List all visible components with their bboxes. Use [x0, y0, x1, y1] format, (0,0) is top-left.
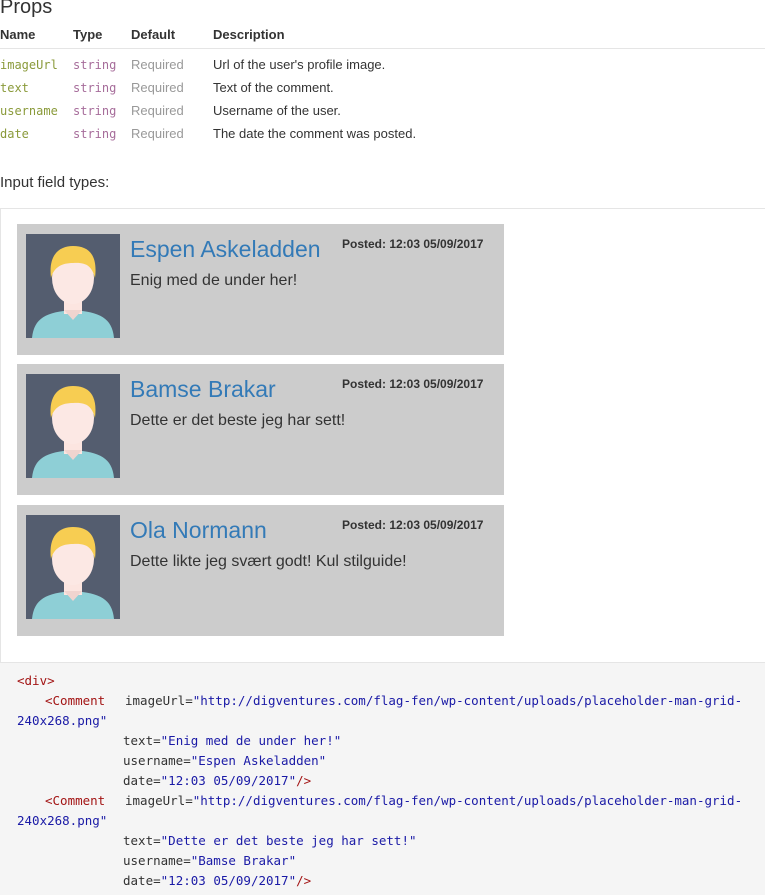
comment-card: Ola Normann Posted: 12:03 05/09/2017 Det… [17, 505, 504, 636]
prop-description: The date the comment was posted. [213, 126, 417, 141]
prop-default: Required [131, 126, 184, 141]
code-comment-tag: <Comment [45, 793, 106, 808]
code-string: 240x268.png" [17, 813, 108, 828]
prop-default: Required [131, 57, 184, 72]
code-block: <div> <Comment imageUrl="http://digventu… [0, 663, 765, 895]
table-row: imageUrl string Required Url of the user… [0, 49, 765, 77]
code-string: "Dette er det beste jeg har sett!" [160, 833, 417, 848]
code-string: "12:03 05/09/2017" [160, 773, 297, 788]
code-comment-tag: <Comment [45, 693, 106, 708]
props-table: Name Type Default Description imageUrl s… [0, 24, 765, 145]
code-line: imageUrl="http://digventures.com/flag-fe… [125, 791, 742, 811]
prop-default: Required [131, 103, 184, 118]
code-line: text="Enig med de under her!" [123, 731, 341, 751]
comment-date: Posted: 12:03 05/09/2017 [342, 377, 484, 391]
section-label: Input field types: [0, 174, 110, 191]
code-line: date="12:03 05/09/2017"/> [123, 871, 311, 891]
comment-card: Espen Askeladden Posted: 12:03 05/09/201… [17, 224, 504, 355]
code-string: "http://digventures.com/flag-fen/wp-cont… [192, 793, 743, 808]
avatar [26, 515, 120, 619]
code-attr: text= [123, 733, 161, 748]
header-description: Description [213, 24, 765, 49]
avatar [26, 234, 120, 338]
prop-type: string [73, 103, 117, 118]
prop-name: text [0, 80, 29, 95]
comment-text: Enig med de under her! [130, 272, 298, 289]
code-attr: imageUrl= [125, 693, 193, 708]
example-preview: Espen Askeladden Posted: 12:03 05/09/201… [0, 208, 765, 663]
comment-text: Dette er det beste jeg har sett! [130, 412, 346, 429]
table-row: date string Required The date the commen… [0, 122, 765, 145]
code-attr: username= [123, 853, 191, 868]
code-line: username="Espen Askeladden" [123, 751, 326, 771]
code-line: date="12:03 05/09/2017"/> [123, 771, 311, 791]
comment-username: Bamse Brakar [130, 376, 276, 402]
user-avatar-icon [26, 374, 120, 478]
table-row: text string Required Text of the comment… [0, 76, 765, 99]
user-avatar-icon [26, 515, 120, 619]
props-title: Props [0, 0, 53, 18]
code-open-div: <div> [17, 673, 55, 688]
prop-description: Username of the user. [213, 103, 341, 118]
comment-date: Posted: 12:03 05/09/2017 [342, 237, 484, 251]
code-line: text="Dette er det beste jeg har sett!" [123, 831, 417, 851]
comment-username: Ola Normann [130, 517, 267, 543]
prop-name: date [0, 126, 29, 141]
prop-type: string [73, 126, 117, 141]
comment-username: Espen Askeladden [130, 236, 321, 262]
prop-name: username [0, 103, 58, 118]
code-string: "http://digventures.com/flag-fen/wp-cont… [192, 693, 743, 708]
code-attr: text= [123, 833, 161, 848]
code-attr: date= [123, 873, 161, 888]
prop-type: string [73, 80, 117, 95]
props-header-row: Name Type Default Description [0, 24, 765, 49]
prop-type: string [73, 57, 117, 72]
header-name: Name [0, 24, 73, 49]
table-row: username string Required Username of the… [0, 99, 765, 122]
code-attr: imageUrl= [125, 793, 193, 808]
code-attr: date= [123, 773, 161, 788]
code-line: imageUrl="http://digventures.com/flag-fe… [125, 691, 742, 711]
prop-name: imageUrl [0, 57, 58, 72]
code-string: 240x268.png" [17, 713, 108, 728]
header-default: Default [131, 24, 213, 49]
comment-text: Dette likte jeg svært godt! Kul stilguid… [130, 553, 407, 570]
user-avatar-icon [26, 234, 120, 338]
code-string: "12:03 05/09/2017" [160, 873, 297, 888]
code-attr: username= [123, 753, 191, 768]
code-close: /> [296, 773, 312, 788]
prop-description: Url of the user's profile image. [213, 57, 386, 72]
prop-default: Required [131, 80, 184, 95]
code-string: "Enig med de under her!" [160, 733, 342, 748]
comment-card: Bamse Brakar Posted: 12:03 05/09/2017 De… [17, 364, 504, 495]
code-line: username="Bamse Brakar" [123, 851, 296, 871]
code-string: "Bamse Brakar" [190, 853, 297, 868]
code-close: /> [296, 873, 312, 888]
avatar [26, 374, 120, 478]
header-type: Type [73, 24, 131, 49]
prop-description: Text of the comment. [213, 80, 334, 95]
comment-date: Posted: 12:03 05/09/2017 [342, 518, 484, 532]
code-string: "Espen Askeladden" [190, 753, 327, 768]
